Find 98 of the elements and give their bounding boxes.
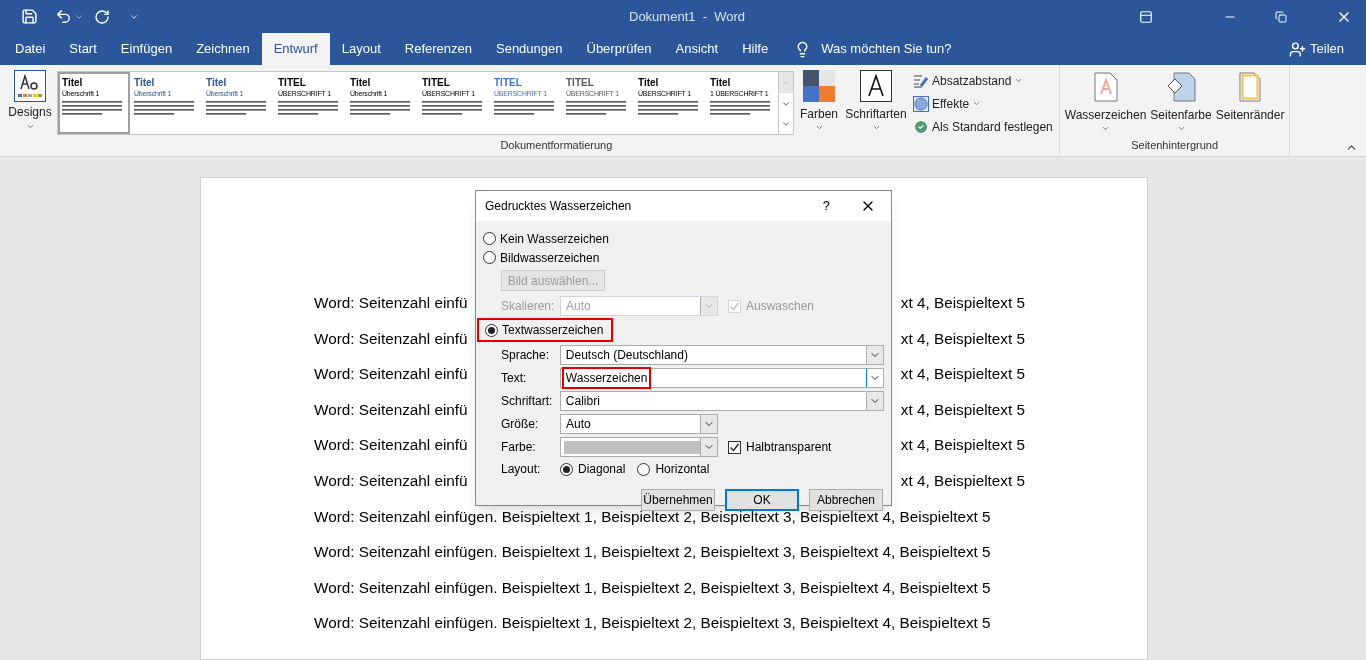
- option-label: Halbtransparent: [746, 439, 832, 456]
- document-text: Word: Seitenzahl einfü: [314, 470, 468, 491]
- field-label: Layout:: [501, 461, 542, 478]
- option-label: Horizontal: [655, 461, 710, 478]
- ribbon-tab[interactable]: Einfügen: [108, 33, 185, 65]
- font-dropdown[interactable]: Calibri: [559, 391, 884, 411]
- ribbon-button[interactable]: Absatzabstand: [913, 71, 1053, 90]
- radio-button[interactable]: [485, 323, 498, 337]
- help-button[interactable]: ?: [822, 196, 830, 216]
- field-label: Schriftart:: [501, 393, 554, 410]
- document-text: Word: Seitenzahl einfü: [314, 399, 468, 420]
- document-text: Word: Seitenzahl einfü: [314, 435, 468, 456]
- document-text: Word: Seitenzahl einfügen. Beispieltext 1, Beispieltext 2, Beispieltext 3, Beispieltext 4, Beispieltext 5: [314, 542, 991, 563]
- radio-button[interactable]: [483, 232, 496, 245]
- thumbnail-title: TITEL: [422, 76, 450, 89]
- field-label: Größe:: [501, 416, 540, 433]
- document-text: xt 4, Beispieltext 5: [900, 435, 1025, 456]
- watermark-icon: [1093, 72, 1118, 102]
- text-combo[interactable]: Wasserzeichen: [559, 368, 884, 388]
- ribbon-tab[interactable]: Sendungen: [484, 33, 575, 65]
- document-text: Word: Seitenzahl einfü: [314, 293, 468, 313]
- window-title: Dokument1 - Word: [629, 7, 746, 26]
- document-text: xt 4, Beispieltext 5: [900, 399, 1025, 420]
- ribbon-tab[interactable]: Hilfe: [730, 33, 781, 65]
- document-text: xt 4, Beispieltext 5: [900, 470, 1025, 491]
- document-text: Word: Seitenzahl einfügen. Beispieltext 1, Beispieltext 2, Beispieltext 3, Beispieltext 4, Beispieltext 5: [314, 613, 991, 634]
- field-label: Farbe:: [501, 439, 537, 456]
- dialog-button[interactable]: Übernehmen: [641, 489, 715, 511]
- thumbnail-title: Titel: [710, 76, 731, 89]
- checkmark-icon: [913, 118, 929, 135]
- ribbon-tab[interactable]: Datei: [3, 33, 58, 65]
- caret-icon: [871, 123, 881, 132]
- page-borders-icon: [1239, 72, 1262, 102]
- checkbox[interactable]: [728, 440, 741, 454]
- undo-icon[interactable]: [55, 8, 72, 25]
- radio-button[interactable]: [637, 462, 651, 476]
- share-icon[interactable]: [1289, 40, 1307, 58]
- thumbnail-title: TITEL: [494, 76, 522, 89]
- group-label: Dokumentformatierung: [499, 138, 614, 153]
- field-label: Sprache:: [501, 347, 551, 364]
- text-watermark-option[interactable]: Textwasserzeichen: [477, 318, 614, 342]
- document-text: xt 4, Beispieltext 5: [900, 293, 1025, 313]
- share-button[interactable]: Teilen: [1310, 39, 1344, 59]
- document-text: xt 4, Beispieltext 5: [900, 328, 1025, 349]
- color-scheme-icon: [803, 70, 835, 102]
- option-label: Kein Wasserzeichen: [500, 230, 609, 248]
- page-color-icon: [1166, 72, 1197, 102]
- save-icon[interactable]: [21, 8, 38, 25]
- document-text: Word: Seitenzahl einfü: [314, 328, 468, 349]
- tell-me-field[interactable]: Was möchten Sie tun?: [821, 39, 952, 59]
- size-dropdown[interactable]: Auto: [560, 414, 718, 434]
- thumbnail-title: Titel: [206, 76, 227, 89]
- ribbon-tab[interactable]: Zeichnen: [184, 33, 262, 65]
- document-text: xt 4, Beispieltext 5: [900, 364, 1025, 385]
- ribbon-tab[interactable]: Referenzen: [392, 33, 484, 65]
- language-dropdown[interactable]: Deutsch (Deutschland): [559, 345, 884, 365]
- dialog-title: Gedrucktes Wasserzeichen: [485, 198, 632, 215]
- restore-icon[interactable]: [1275, 10, 1287, 23]
- thumbnail-title: Titel: [62, 76, 83, 89]
- thumbnail-title: TITEL: [566, 76, 594, 89]
- font-icon: [860, 70, 892, 102]
- field-label: Text:: [501, 370, 528, 387]
- caret-icon: [814, 123, 824, 132]
- colors-button[interactable]: Farben: [799, 70, 839, 132]
- document-text: Word: Seitenzahl einfügen. Beispieltext 1, Beispieltext 2, Beispieltext 3, Beispieltext 4, Beispieltext 5: [314, 577, 991, 598]
- ribbon-tab[interactable]: Entwurf: [261, 33, 330, 65]
- option-label: Bildwasserzeichen: [500, 249, 600, 267]
- thumbnail-title: TITEL: [278, 76, 306, 89]
- dialog-button[interactable]: Abbrechen: [809, 489, 883, 511]
- ribbon-tab[interactable]: Überprüfen: [574, 33, 664, 65]
- field-label: Skalieren:: [501, 298, 556, 315]
- thumbnail-title: Titel: [350, 76, 371, 89]
- effects-icon: [913, 95, 929, 112]
- ribbon-tab[interactable]: Layout: [329, 33, 393, 65]
- ribbon-tab[interactable]: Ansicht: [663, 33, 731, 65]
- thumbnail-title: Titel: [134, 76, 155, 89]
- designs-button[interactable]: Designs: [6, 70, 54, 131]
- ribbon-button[interactable]: Wasserzeichen: [1064, 71, 1147, 133]
- ribbon-button[interactable]: Als Standard festlegen: [913, 117, 1053, 136]
- dialog-button[interactable]: OK: [725, 489, 799, 511]
- ribbon-button[interactable]: Seitenränder: [1215, 71, 1285, 124]
- redo-icon[interactable]: [94, 8, 110, 25]
- ribbon-tab[interactable]: Start: [57, 33, 109, 65]
- paragraph-spacing-icon: [913, 73, 929, 88]
- thumbnail-title: Titel: [638, 76, 659, 89]
- radio-button[interactable]: [483, 251, 496, 264]
- ribbon-button[interactable]: Effekte: [913, 94, 1053, 113]
- group-label: Seitenhintergrund: [1130, 138, 1219, 153]
- fonts-button[interactable]: Schriftarten: [845, 70, 907, 132]
- option-label: Diagonal: [578, 461, 626, 478]
- designs-icon: [14, 70, 46, 102]
- document-text: Word: Seitenzahl einfü: [314, 364, 468, 385]
- option-label: Auswaschen: [746, 298, 815, 315]
- radio-button[interactable]: [560, 462, 573, 476]
- color-dropdown[interactable]: [560, 437, 718, 457]
- ribbon-button[interactable]: Seitenfarbe: [1150, 71, 1212, 133]
- caret-icon: [25, 122, 35, 131]
- ribbon-display-options-icon[interactable]: [1139, 9, 1153, 24]
